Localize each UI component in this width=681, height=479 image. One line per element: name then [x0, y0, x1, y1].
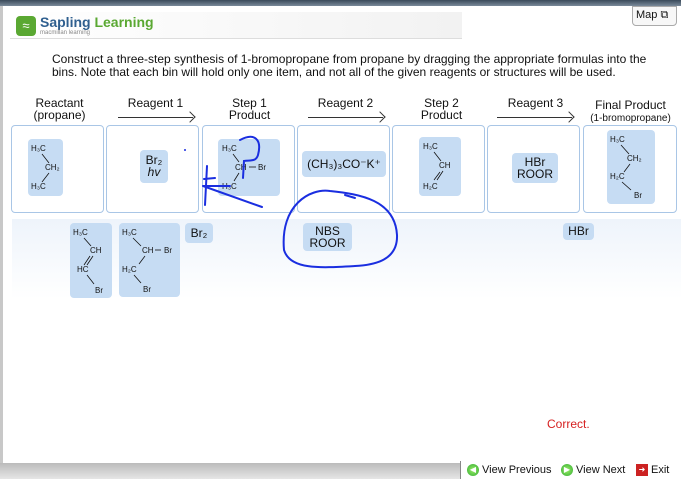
nbs-roor-chip[interactable]: NBS ROOR — [303, 223, 352, 251]
view-previous-label: View Previous — [482, 464, 552, 476]
view-next-button[interactable]: ▶ View Next — [561, 464, 625, 476]
arrow-left-icon: ◀ — [467, 464, 479, 476]
map-label: Map — [636, 9, 658, 21]
exit-icon: ➜ — [636, 464, 648, 476]
tert-butoxide-chip[interactable]: (CH₃)₃CO⁻K⁺ — [302, 151, 386, 177]
svg-text:H₃C: H₃C — [73, 228, 88, 237]
header: ≈ Sapling Learning macmillan learning — [10, 12, 462, 39]
svg-text:H₂C: H₂C — [423, 182, 438, 191]
svg-text:CH: CH — [142, 246, 154, 255]
1-bromopropane-structure[interactable]: H₃C CH₂ H₂C Br — [607, 130, 655, 204]
svg-text:H₂C: H₂C — [610, 172, 625, 181]
svg-text:H₃C: H₃C — [31, 144, 46, 153]
svg-text:H₃C: H₃C — [31, 182, 46, 191]
view-next-label: View Next — [576, 464, 626, 476]
view-previous-button[interactable]: ◀ View Previous — [467, 464, 552, 476]
arrow-right-icon: ▶ — [561, 464, 573, 476]
status-message: Correct. — [547, 417, 590, 431]
svg-text:CH: CH — [235, 163, 247, 172]
svg-text:H₃C: H₃C — [122, 228, 137, 237]
dibromopropane-structure[interactable]: H₃C CH Br H₂C Br — [119, 223, 180, 297]
svg-text:CH: CH — [439, 161, 451, 170]
hbr-chip[interactable]: HBr — [563, 223, 594, 240]
arrow-icon — [308, 117, 383, 118]
svg-text:Br: Br — [143, 285, 151, 294]
svg-text:CH₂: CH₂ — [627, 154, 642, 163]
arrow-icon — [118, 117, 193, 118]
window-top-bar — [0, 0, 681, 6]
label-step2: Step 2 Product — [420, 96, 463, 122]
propene-structure[interactable]: H₃C CH H₂C — [419, 137, 461, 196]
map-icon: ⧉ — [660, 9, 669, 21]
exit-label: Exit — [651, 464, 670, 476]
svg-text:Br: Br — [95, 286, 103, 295]
br2-chip[interactable]: Br₂ — [185, 223, 213, 243]
svg-text:HC: HC — [77, 265, 89, 274]
svg-text:CH: CH — [90, 246, 102, 255]
label-reagent1: Reagent 1 — [127, 96, 184, 110]
exit-button[interactable]: ➜ Exit — [636, 464, 669, 476]
2-bromopropane-structure[interactable]: H₃C CH Br H₃C — [218, 139, 280, 196]
svg-text:H₃C: H₃C — [423, 142, 438, 151]
br2-hv-chip[interactable]: Br₂ hv — [140, 150, 168, 183]
brand-name-learning: Learning — [94, 14, 154, 30]
brand: Sapling Learning — [40, 14, 154, 30]
propane-structure[interactable]: H₃C CH₂ H₃C — [28, 139, 63, 196]
svg-text:H₃C: H₃C — [610, 135, 625, 144]
hbr-roor-chip[interactable]: HBr ROOR — [512, 153, 558, 183]
left-edge — [0, 6, 3, 466]
map-button[interactable]: Map ⧉ — [632, 6, 677, 26]
label-step1: Step 1 Product — [228, 96, 271, 122]
bromopropene-structure[interactable]: H₃C CH HC Br — [70, 223, 112, 298]
svg-text:H₂C: H₂C — [122, 265, 137, 274]
svg-text:H₃C: H₃C — [222, 182, 237, 191]
svg-text:Br: Br — [634, 191, 642, 200]
svg-text:CH₂: CH₂ — [45, 163, 60, 172]
instructions: Construct a three-step synthesis of 1-br… — [52, 52, 647, 79]
label-reactant: Reactant (propane) — [33, 96, 86, 122]
label-reagent2: Reagent 2 — [317, 96, 374, 110]
arrow-icon — [497, 117, 572, 118]
brand-name: Sapling — [40, 14, 91, 30]
brand-subtitle: macmillan learning — [40, 30, 91, 36]
svg-text:H₃C: H₃C — [222, 144, 237, 153]
label-reagent3: Reagent 3 — [507, 96, 564, 110]
svg-text:Br: Br — [164, 246, 172, 255]
navigation-bar: ◀ View Previous ▶ View Next ➜ Exit — [460, 461, 681, 479]
label-final: Final Product (1-bromopropane) — [590, 98, 671, 124]
svg-text:Br: Br — [258, 163, 266, 172]
sapling-logo-icon: ≈ — [16, 16, 36, 36]
